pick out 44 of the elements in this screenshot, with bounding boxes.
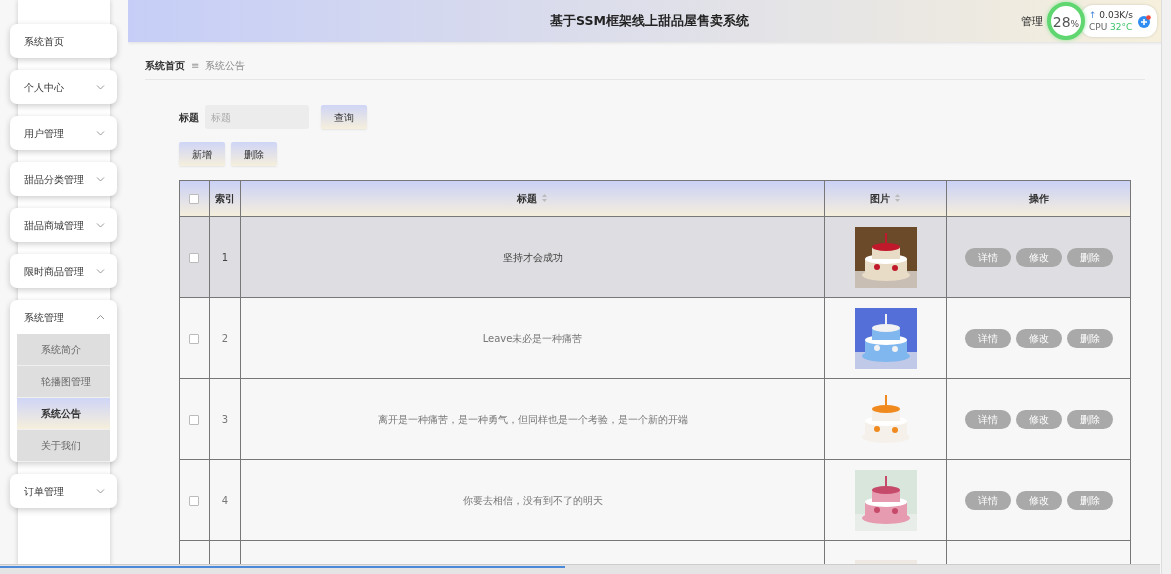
checkbox[interactable] — [189, 252, 200, 263]
sidebar-item[interactable]: 订单管理 — [10, 474, 117, 508]
table-cell: 1 — [221, 251, 229, 263]
scrollbar[interactable] — [1161, 0, 1171, 574]
scrollbar[interactable] — [0, 564, 1160, 574]
table-cell: 离开是一种痛苦，是一种勇气，但同样也是一个考验，是一个新的开端 — [377, 413, 688, 425]
column-header: 标题 — [517, 193, 538, 204]
checkbox[interactable] — [189, 495, 200, 506]
submenu-item[interactable]: 轮播图管理 — [17, 366, 110, 398]
table-cell: Leave未必是一种痛苦 — [482, 332, 583, 344]
table-cell: 4 — [221, 494, 229, 506]
sidebar-item[interactable]: 限时商品管理 — [10, 254, 117, 288]
checkbox[interactable] — [189, 333, 200, 344]
sidebar-item[interactable]: 甜品分类管理 — [10, 162, 117, 196]
column-header: 图片 — [870, 193, 891, 204]
column-header: 索引 — [214, 193, 235, 204]
breadcrumb-separator: ≡ — [191, 59, 200, 73]
table-cell: 3 — [221, 413, 229, 425]
submenu-item[interactable]: 系统公告 — [17, 398, 110, 430]
cpu-gauge: 28% — [1046, 2, 1085, 40]
table-cell: 坚持才会成功 — [502, 251, 563, 263]
submenu-item[interactable]: 关于我们 — [17, 430, 110, 462]
checkbox[interactable] — [189, 194, 200, 204]
table-cell: 2 — [221, 332, 229, 344]
sidebar-item[interactable]: 系统首页 — [10, 24, 117, 58]
sidebar-item[interactable]: 甜品商城管理 — [10, 208, 117, 242]
cpu-temperature: CPU 32°C — [1088, 21, 1133, 33]
app-title: 基于SSM框架线上甜品屋售卖系统 — [550, 11, 749, 30]
network-speed: ↑ 0.03K/s — [1088, 9, 1133, 21]
submenu-item[interactable]: 系统简介 — [17, 334, 110, 366]
breadcrumb-link[interactable]: 系统首页 — [145, 58, 185, 73]
checkbox[interactable] — [189, 414, 200, 425]
sidebar-item[interactable]: 用户管理 — [10, 116, 117, 150]
toolbar-button[interactable]: 新增 — [179, 142, 225, 166]
user-name: 管理 — [1021, 14, 1043, 30]
plus-icon — [1137, 14, 1151, 28]
field-label: 标题 — [179, 110, 199, 125]
column-header: 操作 — [1028, 193, 1049, 204]
table-cell: 你要去相信，没有到不了的明天 — [462, 494, 603, 506]
sidebar-item[interactable]: 系统管理 — [10, 300, 117, 334]
search-button[interactable]: 查询 — [321, 105, 367, 129]
sidebar-item[interactable]: 个人中心 — [10, 70, 117, 104]
toolbar-button[interactable]: 删除 — [231, 142, 277, 166]
search-field[interactable]: 标题 — [205, 105, 309, 129]
